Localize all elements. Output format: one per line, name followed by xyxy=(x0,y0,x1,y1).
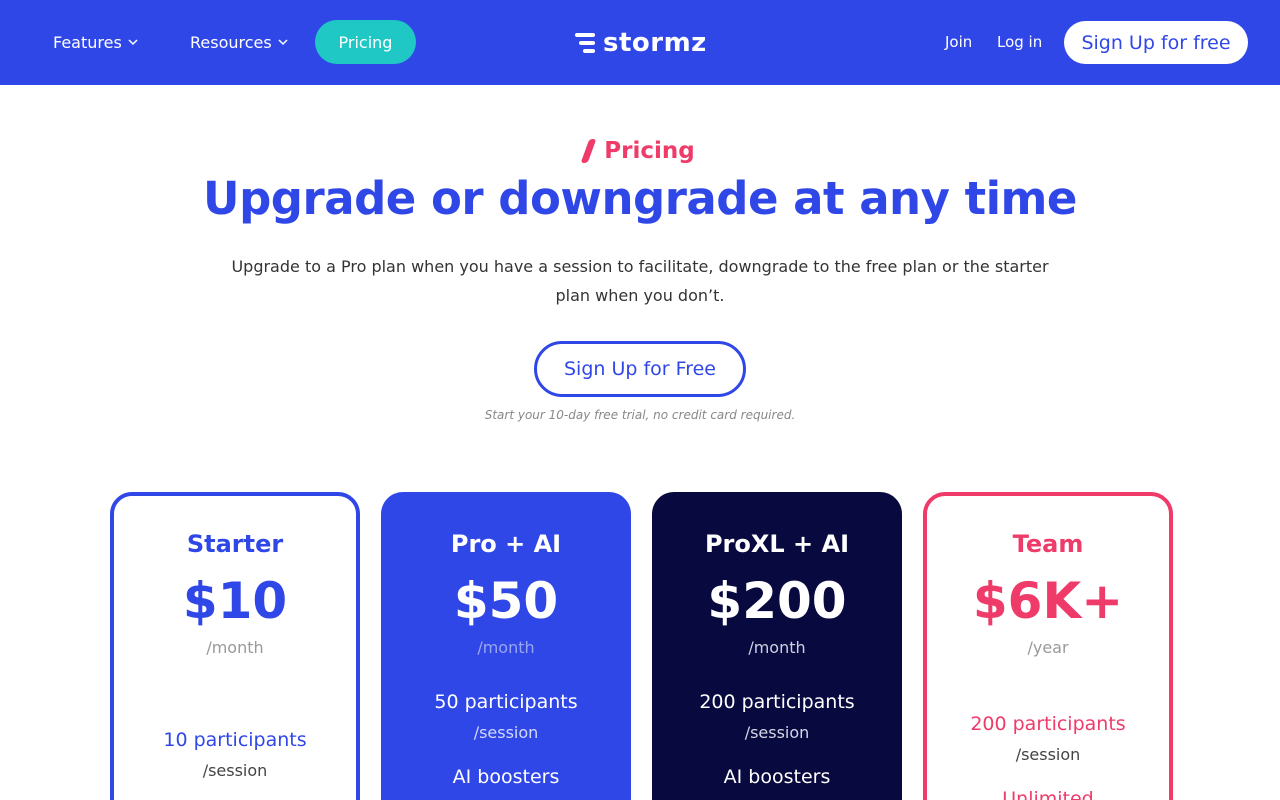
signup-free-button[interactable]: Sign Up for Free xyxy=(534,341,746,397)
plan-card-team[interactable]: Team $6K+ /year 200 participants /sessio… xyxy=(923,492,1173,800)
plan-per-session: /session xyxy=(744,723,810,742)
plan-per-session: /session xyxy=(202,761,268,780)
nav-pricing[interactable]: Pricing xyxy=(315,20,416,64)
plan-per-session: /session xyxy=(1015,745,1081,764)
plan-feature: Unlimited xyxy=(1002,788,1094,800)
logo-text: stormz xyxy=(603,28,707,58)
plan-feature: AI boosters xyxy=(452,766,560,788)
plan-name: Team xyxy=(1012,530,1084,558)
plan-name: ProXL + AI xyxy=(704,530,850,558)
plan-period: /year xyxy=(1027,638,1069,657)
plan-period: /month xyxy=(206,638,264,657)
plan-period: /month xyxy=(477,638,535,657)
plan-participants: 50 participants xyxy=(434,691,578,713)
plan-card-starter[interactable]: Starter $10 /month 10 participants /sess… xyxy=(110,492,360,800)
plan-card-pro-ai[interactable]: Pro + AI $50 /month 50 participants /ses… xyxy=(381,492,631,800)
plan-participants: 200 participants xyxy=(699,691,855,713)
plan-price: $200 xyxy=(707,572,847,630)
nav-features[interactable]: Features xyxy=(53,20,138,64)
eyebrow-label: Pricing xyxy=(604,138,695,164)
join-link[interactable]: Join xyxy=(945,20,972,64)
plan-price: $10 xyxy=(182,572,288,630)
plan-participants: 10 participants xyxy=(163,729,307,751)
signup-button[interactable]: Sign Up for free xyxy=(1064,21,1248,64)
page-title: Upgrade or downgrade at any time xyxy=(203,172,1077,225)
section-eyebrow: Pricing xyxy=(0,138,1280,164)
plan-card-proxl-ai[interactable]: ProXL + AI $200 /month 200 participants … xyxy=(652,492,902,800)
nav-features-label: Features xyxy=(53,32,122,52)
plan-feature: AI boosters xyxy=(723,766,831,788)
top-nav-bar: Features Resources Pricing stormz Join L… xyxy=(0,0,1280,85)
slash-icon xyxy=(580,139,597,163)
plan-participants: 200 participants xyxy=(970,713,1126,735)
plan-price: $6K+ xyxy=(972,572,1124,630)
chevron-down-icon xyxy=(128,39,138,46)
nav-resources-label: Resources xyxy=(190,32,272,52)
plan-per-session: /session xyxy=(473,723,539,742)
login-link[interactable]: Log in xyxy=(997,20,1042,64)
stormz-logo[interactable]: stormz xyxy=(573,27,707,59)
stormz-logo-icon xyxy=(575,33,595,53)
nav-resources[interactable]: Resources xyxy=(190,20,288,64)
plan-period: /month xyxy=(748,638,806,657)
plan-name: Pro + AI xyxy=(450,530,562,558)
page-subtitle: Upgrade to a Pro plan when you have a se… xyxy=(231,257,1049,305)
trial-note: Start your 10-day free trial, no credit … xyxy=(484,408,796,422)
plan-name: Starter xyxy=(186,530,284,558)
chevron-down-icon xyxy=(278,39,288,46)
plan-price: $50 xyxy=(453,572,559,630)
